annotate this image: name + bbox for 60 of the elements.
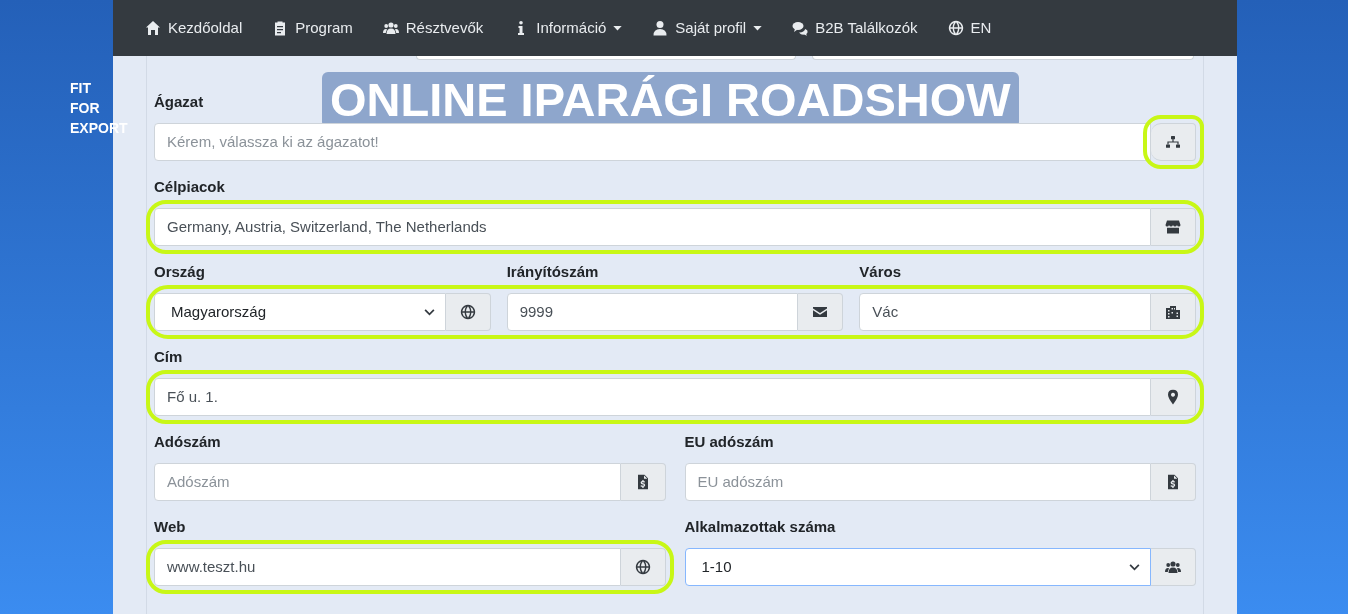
field-label: Irányítószám <box>506 262 599 282</box>
input-field[interactable]: EU adószám <box>684 463 1151 501</box>
field-label: Ágazat <box>154 92 204 112</box>
input-field[interactable]: Fő u. 1. <box>154 378 1151 416</box>
addon-button[interactable] <box>1151 208 1196 246</box>
logo-text: FOR <box>70 99 101 118</box>
chevron-down-icon <box>423 308 435 316</box>
input-field[interactable]: 9999 <box>506 293 799 331</box>
home-icon <box>145 20 161 36</box>
field-label: Adószám <box>154 432 221 452</box>
field-label: Cím <box>154 347 183 367</box>
users-icon <box>382 20 399 36</box>
input-field[interactable] <box>416 56 796 60</box>
sitemap-icon <box>1165 134 1181 150</box>
users-icon <box>1165 559 1181 575</box>
nav-link[interactable]: Saját profil <box>642 8 773 48</box>
nav-link[interactable]: Résztvevők <box>372 8 494 48</box>
nav-link[interactable]: Program <box>262 8 363 48</box>
field-label: Ország <box>154 262 205 282</box>
globe-icon <box>459 304 476 320</box>
field-label: Alkalmazottak száma <box>684 517 836 537</box>
addon-button[interactable] <box>445 293 491 331</box>
nav-link[interactable]: Információ <box>503 8 633 48</box>
user-icon <box>652 20 669 36</box>
select-field[interactable]: 1-10 <box>684 548 1151 586</box>
field-label: EU adószám <box>684 432 774 452</box>
addon-button[interactable] <box>1151 293 1196 331</box>
input-field[interactable]: Germany, Austria, Switzerland, The Netherlands <box>154 208 1151 246</box>
envelope-icon <box>812 304 829 320</box>
caret-icon <box>753 25 763 31</box>
addon-button[interactable] <box>798 293 844 331</box>
chat-icon <box>792 20 809 36</box>
input-field[interactable]: Vác <box>859 293 1151 331</box>
select-value: 1-10 <box>701 556 732 577</box>
chevron-down-icon <box>1129 563 1140 571</box>
addon-button[interactable] <box>620 548 666 586</box>
addon-button[interactable] <box>1151 463 1196 501</box>
invoice-icon <box>1165 474 1181 490</box>
input-field[interactable]: Kérem, válassza ki az ágazatot! <box>154 123 1151 161</box>
map-pin-icon <box>1165 389 1181 405</box>
addon-button[interactable] <box>1151 378 1196 416</box>
field-label: Web <box>154 517 186 537</box>
nav-link[interactable]: Kezdőoldal <box>135 8 253 48</box>
building-icon <box>1165 304 1181 320</box>
caret-icon <box>613 25 623 31</box>
globe-icon <box>634 559 651 575</box>
nav-link[interactable]: EN <box>937 8 1002 48</box>
store-icon <box>1165 219 1181 235</box>
field-label: Célpiacok <box>154 177 225 197</box>
input-field[interactable] <box>812 56 1194 60</box>
globe-icon <box>947 20 964 36</box>
addon-button[interactable] <box>620 463 666 501</box>
nav-link[interactable]: B2B Találkozók <box>782 8 928 48</box>
input-field[interactable]: Adószám <box>154 463 621 501</box>
field-label: Város <box>859 262 902 282</box>
logo-text: FIT <box>70 79 92 98</box>
select-value: Magyarország <box>171 301 267 322</box>
addon-button[interactable] <box>1151 548 1196 586</box>
select-field[interactable]: Magyarország <box>154 293 446 331</box>
input-field[interactable]: www.teszt.hu <box>154 548 621 586</box>
